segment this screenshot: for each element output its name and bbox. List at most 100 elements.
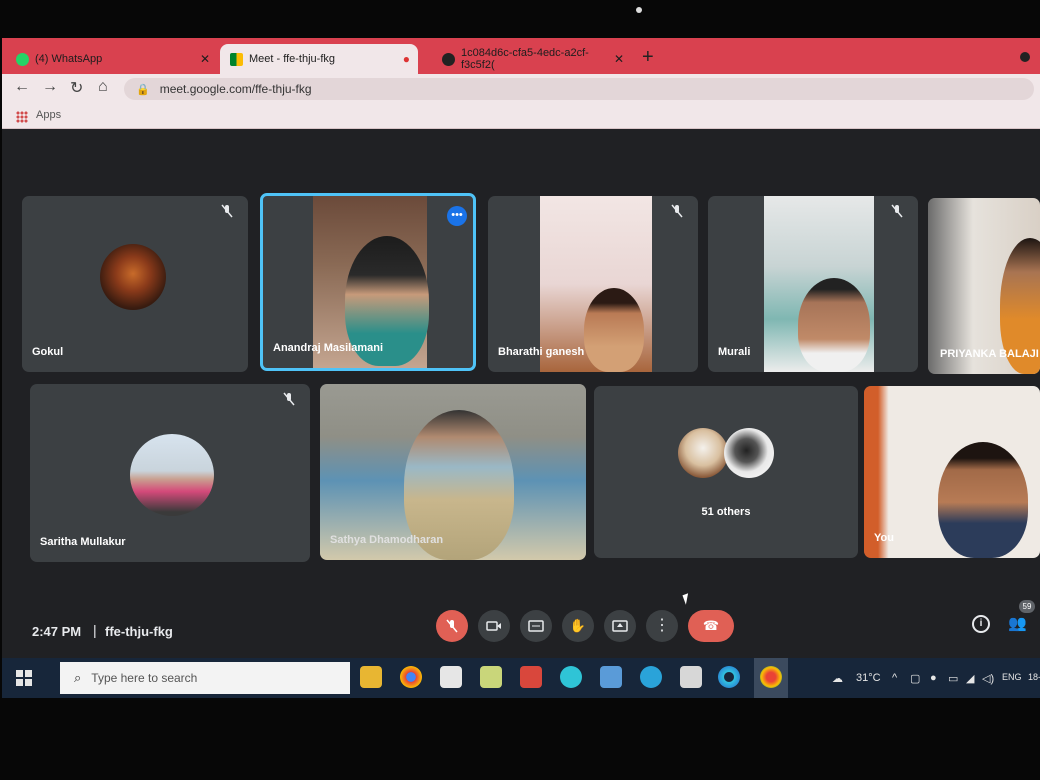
windows-start-icon[interactable]: [16, 670, 32, 686]
notes-icon[interactable]: [480, 666, 502, 688]
end-call-button[interactable]: ☎: [688, 610, 734, 642]
mic-toggle-button[interactable]: [436, 610, 468, 642]
document-app-icon[interactable]: [600, 666, 622, 688]
windows-taskbar: ⌕ Type here to search ☁ 31°C ^ ▢ ● ▭ ◢ ◁…: [2, 658, 1040, 698]
weather-temp[interactable]: 31°C: [856, 672, 881, 684]
globe-icon: [442, 52, 455, 66]
tab-title: (4) WhatsApp: [35, 53, 103, 65]
present-button[interactable]: [604, 610, 636, 642]
participant-name: Bharathi ganesh: [498, 346, 585, 358]
mic-off-icon: [221, 204, 233, 218]
avatar: [100, 244, 166, 310]
search-placeholder: Type here to search: [91, 671, 198, 685]
tab-meet[interactable]: Meet - ffe-thju-fkg ●: [220, 44, 418, 74]
camera-toggle-button[interactable]: [478, 610, 510, 642]
participant-tile[interactable]: Sathya Dhamodharan: [320, 384, 586, 560]
calculator-icon[interactable]: [440, 666, 462, 688]
file-explorer-icon[interactable]: [360, 666, 382, 688]
people-app-icon[interactable]: [680, 666, 702, 688]
browser-tab-bar: (4) WhatsApp ✕ Meet - ffe-thju-fkg ● 1c0…: [2, 38, 1040, 74]
participant-name: You: [874, 532, 894, 544]
battery-icon[interactable]: ▭: [948, 672, 958, 685]
meeting-code: ffe-thju-fkg: [105, 624, 173, 639]
tray-arrow-icon[interactable]: ^: [892, 672, 897, 684]
participant-video-figure: [798, 278, 870, 372]
mouse-cursor: [682, 593, 692, 605]
apps-bookmark[interactable]: Apps: [36, 109, 61, 121]
tab-document[interactable]: 1c084d6c-cfa5-4edc-a2cf-f3c5f2( ✕: [432, 44, 632, 74]
laptop-screen: (4) WhatsApp ✕ Meet - ffe-thju-fkg ● 1c0…: [2, 38, 1040, 698]
separator: |: [93, 622, 97, 638]
tray-meet-icon[interactable]: ▢: [910, 672, 920, 685]
mic-off-icon: [891, 204, 903, 218]
participant-video-figure: [938, 442, 1028, 558]
whatsapp-icon: [16, 52, 29, 66]
others-count: 51 others: [701, 506, 751, 518]
forward-icon[interactable]: →: [42, 78, 58, 96]
captions-button[interactable]: [520, 610, 552, 642]
participant-tile-speaking[interactable]: ••• Anandraj Masilamani: [260, 193, 476, 371]
participant-count-badge: 59: [1019, 600, 1035, 613]
weather-icon[interactable]: ☁: [832, 672, 843, 685]
meeting-time: 2:47 PM: [32, 624, 82, 639]
participant-tile[interactable]: Murali: [708, 196, 918, 372]
home-icon[interactable]: ⌂: [98, 78, 108, 96]
telegram-icon[interactable]: [640, 666, 662, 688]
video-camera-icon: [486, 621, 501, 631]
tray-mic-icon[interactable]: ●: [930, 672, 937, 684]
participant-video-figure: [584, 288, 644, 372]
mic-off-icon: [446, 619, 458, 633]
apps-grid-icon[interactable]: [16, 111, 28, 123]
mic-off-icon: [671, 204, 683, 218]
new-tab-button[interactable]: +: [642, 46, 654, 69]
people-icon[interactable]: 👥: [1008, 614, 1027, 632]
mic-off-icon: [283, 392, 295, 406]
lock-icon: 🔒: [136, 83, 150, 96]
taskbar-search-input[interactable]: ⌕ Type here to search: [60, 662, 350, 694]
chat-app-icon[interactable]: [560, 666, 582, 688]
others-tile[interactable]: 51 others: [594, 386, 858, 558]
more-options-icon[interactable]: •••: [447, 206, 467, 226]
avatar: [130, 434, 214, 516]
address-bar[interactable]: 🔒 meet.google.com/ffe-thju-fkg: [124, 78, 1034, 100]
search-icon: ⌕: [74, 670, 82, 685]
bookmarks-bar: Apps: [2, 104, 1040, 129]
recording-dot-icon: ●: [402, 52, 410, 66]
participant-name: Gokul: [32, 346, 64, 358]
captions-icon: [528, 620, 544, 632]
participant-tile[interactable]: Bharathi ganesh: [488, 196, 698, 372]
tab-whatsapp[interactable]: (4) WhatsApp ✕: [6, 44, 218, 74]
vertical-dots-icon: ⋮: [654, 617, 670, 634]
hang-up-icon: ☎: [702, 618, 720, 633]
more-options-button[interactable]: ⋮: [646, 610, 678, 642]
google-meet-icon: [230, 52, 243, 66]
tab-title: 1c084d6c-cfa5-4edc-a2cf-f3c5f2(: [461, 47, 589, 71]
participant-name: Saritha Mullakur: [40, 536, 126, 548]
language-indicator[interactable]: ENG: [1002, 672, 1022, 682]
present-screen-icon: [612, 620, 628, 632]
raise-hand-button[interactable]: ✋: [562, 610, 594, 642]
participant-tile[interactable]: Saritha Mullakur: [30, 384, 310, 562]
close-tab-icon[interactable]: ✕: [614, 52, 624, 66]
tab-search-icon[interactable]: [1020, 52, 1030, 62]
chrome-active-icon[interactable]: [760, 666, 782, 688]
wifi-icon[interactable]: ◢: [966, 672, 974, 685]
chrome-icon[interactable]: [400, 666, 422, 688]
meeting-info-icon[interactable]: i: [972, 615, 990, 633]
anydesk-icon[interactable]: [520, 666, 542, 688]
date-fragment[interactable]: 18-: [1028, 672, 1040, 682]
webcam-dot: [636, 7, 642, 13]
back-icon[interactable]: ←: [14, 78, 30, 96]
participant-tile[interactable]: Gokul: [22, 196, 248, 372]
hand-icon: ✋: [569, 618, 587, 633]
volume-icon[interactable]: ◁): [982, 672, 994, 685]
edge-icon[interactable]: [718, 666, 740, 688]
participant-name: Murali: [718, 346, 751, 358]
participant-name: Sathya Dhamodharan: [330, 534, 444, 546]
self-view-tile[interactable]: You: [864, 386, 1040, 558]
close-tab-icon[interactable]: ✕: [200, 52, 210, 66]
reload-icon[interactable]: ↻: [70, 78, 83, 98]
participant-tile[interactable]: PRIYANKA BALAJI: [928, 198, 1040, 374]
participant-name: PRIYANKA BALAJI: [940, 348, 1039, 360]
avatar: [678, 428, 728, 478]
